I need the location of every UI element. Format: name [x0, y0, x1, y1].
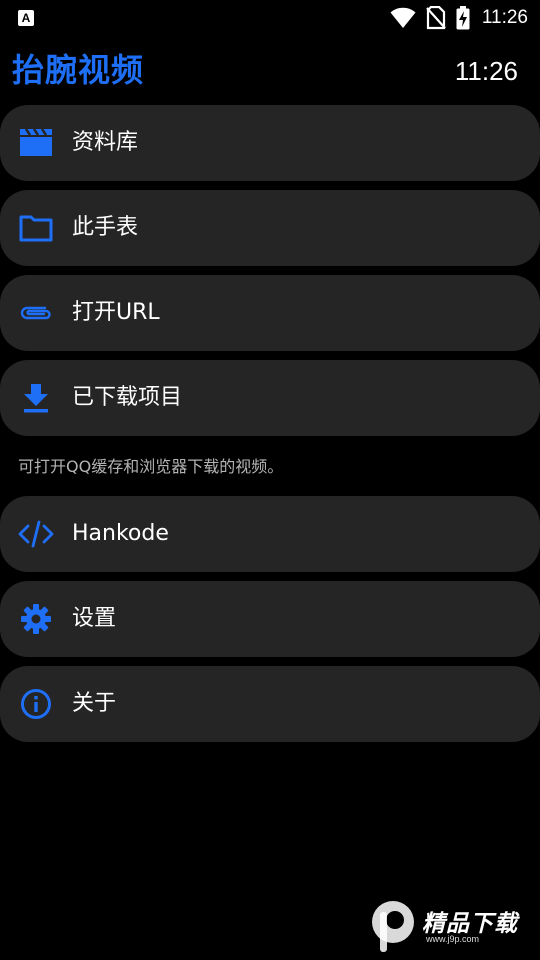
app-title: 抬腕视频 — [12, 51, 145, 89]
hint-text: 可打开QQ缓存和浏览器下载的视频。 — [18, 457, 284, 476]
battery-charging-icon — [456, 6, 470, 30]
menu-item-label: 此手表 — [72, 215, 139, 240]
menu-item-label: 资料库 — [72, 130, 139, 155]
clapperboard-icon — [18, 127, 54, 159]
no-sim-icon — [426, 6, 446, 30]
status-bar: A 11:26 — [0, 0, 540, 36]
menu-item-downloads[interactable]: 已下载项目 — [0, 360, 540, 436]
menu-item-hankode[interactable]: Hankode — [0, 496, 540, 572]
menu-item-label: 已下载项目 — [72, 385, 183, 410]
watermark: 精品下载 www.j9p.com — [364, 898, 534, 954]
menu-item-label: 设置 — [72, 606, 117, 631]
app-notification-icon: A — [18, 10, 34, 26]
menu-item-library[interactable]: 资料库 — [0, 105, 540, 181]
gear-icon — [18, 603, 54, 635]
info-icon — [18, 688, 54, 720]
menu-item-open-url[interactable]: 打开URL — [0, 275, 540, 351]
code-icon — [18, 518, 54, 550]
link-icon — [18, 297, 54, 329]
menu-item-label: 打开URL — [72, 300, 160, 325]
menu-item-label: 关于 — [72, 691, 117, 716]
watermark-text: 精品下载 — [422, 911, 518, 937]
wifi-icon — [390, 7, 416, 28]
header-clock: 11:26 — [454, 56, 518, 86]
status-time: 11:26 — [481, 7, 528, 28]
menu-item-about[interactable]: 关于 — [0, 666, 540, 742]
menu-item-this-watch[interactable]: 此手表 — [0, 190, 540, 266]
download-icon — [18, 382, 54, 414]
folder-icon — [18, 212, 54, 244]
menu-item-label: Hankode — [72, 521, 169, 546]
watermark-url: www.j9p.com — [426, 934, 480, 944]
menu-item-settings[interactable]: 设置 — [0, 581, 540, 657]
status-icons: 11:26 — [390, 5, 528, 31]
watermark-logo-icon — [372, 901, 414, 952]
